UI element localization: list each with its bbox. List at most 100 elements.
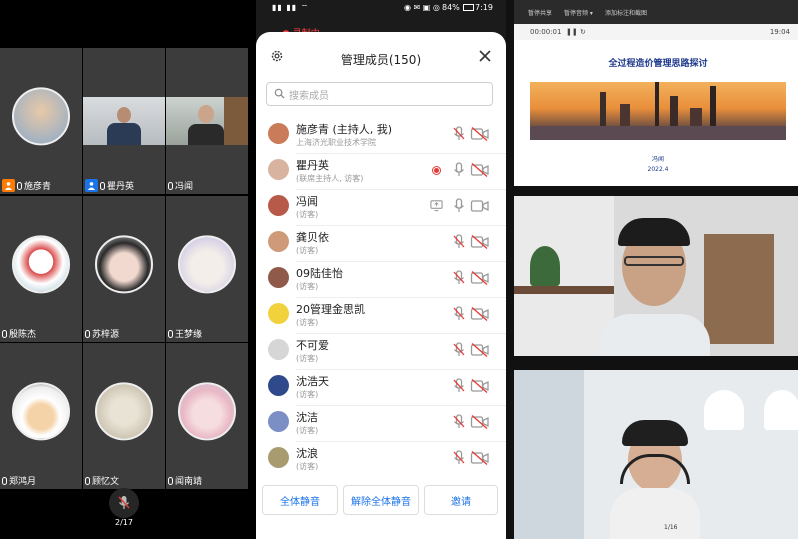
elapsed-time: 00:00:01 [530,28,562,36]
participant-caption: 顾忆文 [85,474,119,487]
mic-icon[interactable] [452,342,466,358]
member-row[interactable]: 沈浪 (访客) [256,441,506,477]
participant-tile[interactable]: 瞿丹英 [83,48,165,194]
participant-caption: 郑鸿月 [2,474,36,487]
status-icons: ◉ ✉ ▣ ◎ [404,3,440,12]
member-row[interactable]: 20管理金思凯 (访客) [256,297,506,333]
stop-share-button[interactable]: 暂停共享 [528,8,552,17]
mic-icon [85,476,90,485]
avatar [12,382,70,441]
share-toolbar: 暂停共享 暂停音频 ▾ 添加标注和截图 [514,0,798,24]
participant-caption: 施彦青 [2,179,51,192]
camera-icon[interactable] [470,378,490,394]
avatar [268,411,289,432]
member-row[interactable]: 冯闻 (访客) [256,189,506,225]
slide-title: 全过程造价管理思路探讨 [608,59,708,69]
search-placeholder: 搜索成员 [289,91,329,102]
battery-icon [463,4,474,11]
member-role: (访客) [296,390,319,399]
member-name: 沈浪 [296,447,318,460]
camera-icon[interactable] [470,306,490,322]
member-row[interactable]: 施彦青 (主持人, 我) 上海济光职业技术学院 [256,117,506,153]
avatar [268,267,289,288]
mic-icon[interactable] [452,450,466,466]
mic-icon[interactable] [452,126,466,142]
avatar [268,159,289,180]
participant-name: 闻南靖 [175,477,203,487]
member-role: (访客) [296,210,319,219]
unmute-all-button[interactable]: 解除全体静音 [343,485,419,515]
bookshelf [704,234,774,344]
mic-icon[interactable] [452,414,466,430]
camera-icon[interactable] [470,162,490,178]
participant-tile[interactable]: 郑鸿月 [0,343,82,489]
camera-icon[interactable] [470,234,490,250]
camera-icon[interactable] [470,198,490,214]
member-row[interactable]: 沈洁 (访客) [256,405,506,441]
member-name: 沈浩天 [296,375,329,388]
camera-icon[interactable] [470,342,490,358]
participant-name: 瞿丹英 [107,182,135,192]
participant-caption: 闻南靖 [168,474,202,487]
participant-tile[interactable]: 苏梓源 [83,196,165,342]
avatar [12,87,70,146]
member-row[interactable]: 沈浩天 (访客) [256,369,506,405]
mic-icon[interactable] [452,306,466,322]
member-row[interactable]: 龚贝依 (访客) [256,225,506,261]
mute-all-button[interactable]: 全体静音 [262,485,338,515]
mic-icon[interactable] [452,162,466,178]
screen-share-icon [430,200,443,212]
participant-tile[interactable]: 闻南靖 [166,343,248,489]
avatar [268,447,289,468]
mic-icon[interactable] [452,270,466,286]
mic-icon[interactable] [452,198,466,214]
camera-icon[interactable] [470,450,490,466]
participant-tile[interactable]: 殷陈杰 [0,196,82,342]
participant-tile[interactable]: 施彦青 [0,48,82,194]
member-row[interactable]: 瞿丹英 (联席主持人, 访客) [256,153,506,189]
camera-icon[interactable] [470,270,490,286]
camera-icon[interactable] [470,414,490,430]
member-name: 不可爱 [296,339,329,352]
host-icon [85,179,98,192]
member-name: 施彦青 (主持人, 我) [296,123,393,136]
participant-name: 冯闻 [175,182,194,192]
pause-audio-button[interactable]: 暂停音频 ▾ [564,8,593,17]
speaker-video-feed [514,196,798,356]
camera-icon[interactable] [470,126,490,142]
plant [530,246,560,286]
member-name: 09陆佳怡 [296,267,343,280]
member-role: (访客) [296,354,319,363]
member-name: 冯闻 [296,195,318,208]
participant-caption: 王梦缘 [168,327,202,340]
mic-icon [2,329,7,338]
pause-icon[interactable]: ❚❚ ↻ [566,28,586,36]
member-sheet: 管理成员(150) 搜索成员 施彦青 (主持人, 我) 上海济光职业技术学院 瞿丹… [256,32,506,539]
participant-tile[interactable]: 顾忆文 [83,343,165,489]
avatar [268,231,289,252]
member-role: (访客) [296,462,319,471]
avatar [95,235,153,294]
participant-tile[interactable]: 王梦缘 [166,196,248,342]
member-row[interactable]: 09陆佳怡 (访客) [256,261,506,297]
slide-date: 2022.4 [647,166,669,173]
participant-name: 王梦缘 [175,330,203,340]
avatar [178,382,236,441]
member-management-screen: ▮▮ ▮▮ ⌔ ◉ ✉ ▣ ◎ 84% 7:19 ● 录制中 管理成员(150)… [256,0,506,539]
participant-tile[interactable]: 冯闻 [166,48,248,194]
annotate-button[interactable]: 添加标注和截图 [605,8,647,17]
member-actions: 全体静音 解除全体静音 邀请 [256,485,506,515]
mic-icon[interactable] [452,234,466,250]
mic-icon[interactable] [452,378,466,394]
invite-button[interactable]: 邀请 [424,485,498,515]
screen-share: 暂停共享 暂停音频 ▾ 添加标注和截图 00:00:01 ❚❚ ↻ 19:04 … [514,0,798,186]
search-input[interactable]: 搜索成员 [266,82,493,106]
mic-toggle-button[interactable] [109,488,139,518]
mic-icon [168,476,173,485]
member-row[interactable]: 不可爱 (访客) [256,333,506,369]
avatar [268,195,289,216]
mic-icon [17,181,22,190]
close-icon[interactable] [478,49,492,63]
avatar [12,235,70,294]
mic-icon [118,496,130,509]
